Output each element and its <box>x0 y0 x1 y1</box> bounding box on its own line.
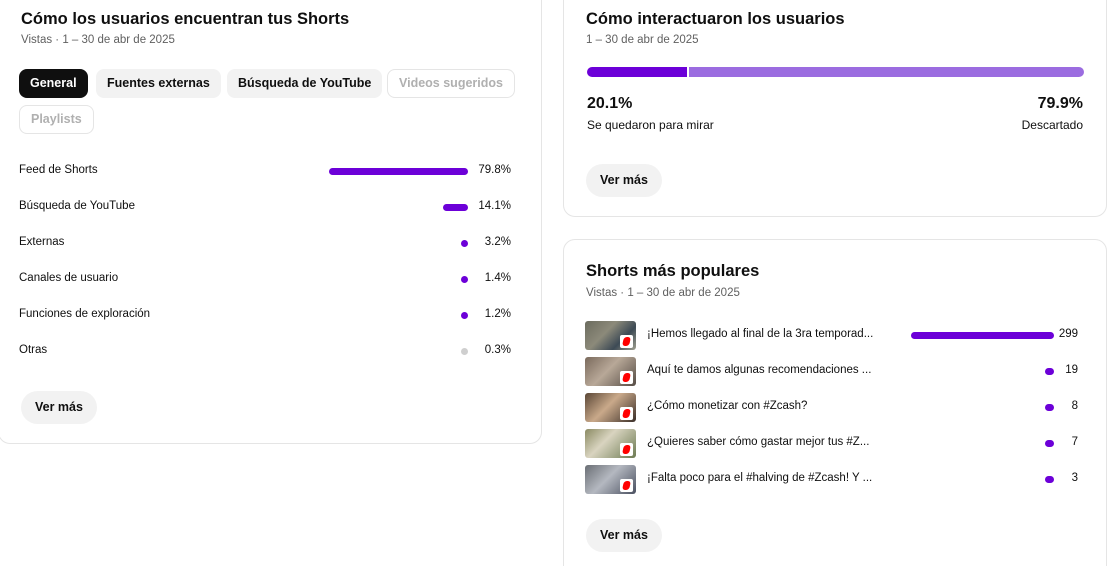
see-more-button[interactable]: Ver más <box>586 519 662 552</box>
source-label: Externas <box>19 236 65 248</box>
views-count: 3 <box>1071 472 1078 484</box>
traffic-sources-card: Cómo los usuarios encuentran tus Shorts … <box>0 0 542 444</box>
source-bar <box>443 204 468 211</box>
top-short-row[interactable]: ¡Hemos llegado al final de la 3ra tempor… <box>585 321 1085 351</box>
views-bar <box>1045 440 1054 447</box>
stayed-vs-swiped-bar <box>587 67 1084 77</box>
short-title[interactable]: Aquí te damos algunas recomendaciones ..… <box>647 364 879 376</box>
chip-general[interactable]: General <box>19 69 88 98</box>
source-percent: 79.8% <box>478 164 511 176</box>
source-row[interactable]: Canales de usuario 1.4% <box>19 270 514 290</box>
source-bar <box>461 276 468 283</box>
source-bar <box>461 240 468 247</box>
views-count: 7 <box>1071 436 1078 448</box>
source-label: Funciones de exploración <box>19 308 151 320</box>
card-subtitle: Vistas · 1 – 30 de abr de 2025 <box>586 287 740 299</box>
source-bar <box>461 348 468 355</box>
top-short-row[interactable]: ¡Falta poco para el #halving de #Zcash! … <box>585 465 1085 495</box>
viewer-interaction-card: Cómo interactuaron los usuarios 1 – 30 d… <box>563 0 1107 217</box>
short-title[interactable]: ¿Cómo monetizar con #Zcash? <box>647 400 879 412</box>
source-row[interactable]: Feed de Shorts 79.8% <box>19 162 514 182</box>
short-title[interactable]: ¡Hemos llegado al final de la 3ra tempor… <box>647 328 879 340</box>
card-subtitle: Vistas · 1 – 30 de abr de 2025 <box>21 34 175 46</box>
swiped-label: Descartado <box>1021 118 1083 132</box>
source-percent: 0.3% <box>484 344 511 356</box>
card-title: Shorts más populares <box>586 262 760 280</box>
card-title: Cómo interactuaron los usuarios <box>586 10 845 28</box>
shorts-icon <box>620 443 633 456</box>
stayed-label: Se quedaron para mirar <box>587 118 714 132</box>
source-label: Feed de Shorts <box>19 164 98 176</box>
source-row[interactable]: Externas 3.2% <box>19 234 514 254</box>
short-thumbnail[interactable] <box>585 429 636 458</box>
card-subtitle: 1 – 30 de abr de 2025 <box>586 34 699 46</box>
source-percent: 14.1% <box>478 200 511 212</box>
source-percent: 1.2% <box>484 308 511 320</box>
chip-playlists[interactable]: Playlists <box>19 105 94 134</box>
top-short-row[interactable]: ¿Cómo monetizar con #Zcash? 8 <box>585 393 1085 423</box>
top-short-row[interactable]: Aquí te damos algunas recomendaciones ..… <box>585 357 1085 387</box>
source-row[interactable]: Otras 0.3% <box>19 342 514 362</box>
shorts-icon <box>620 371 633 384</box>
source-row[interactable]: Búsqueda de YouTube 14.1% <box>19 198 514 218</box>
stayed-percent: 20.1% <box>587 95 633 112</box>
short-thumbnail[interactable] <box>585 357 636 386</box>
short-thumbnail[interactable] <box>585 321 636 350</box>
stayed-segment <box>587 67 687 77</box>
source-bar <box>461 312 468 319</box>
see-more-button[interactable]: Ver más <box>586 164 662 197</box>
shorts-icon <box>620 479 633 492</box>
source-percent: 3.2% <box>484 236 511 248</box>
swiped-segment <box>688 67 1084 77</box>
swiped-percent: 79.9% <box>1037 95 1083 112</box>
views-bar <box>911 332 1054 339</box>
shorts-icon <box>620 335 633 348</box>
card-title: Cómo los usuarios encuentran tus Shorts <box>21 10 350 28</box>
source-row[interactable]: Funciones de exploración 1.2% <box>19 306 514 326</box>
source-label: Canales de usuario <box>19 272 119 284</box>
short-thumbnail[interactable] <box>585 393 636 422</box>
shorts-icon <box>620 407 633 420</box>
views-bar <box>1045 404 1054 411</box>
views-count: 8 <box>1071 400 1078 412</box>
short-thumbnail[interactable] <box>585 465 636 494</box>
chip-external-sources[interactable]: Fuentes externas <box>96 69 221 98</box>
views-count: 19 <box>1065 364 1078 376</box>
chip-youtube-search[interactable]: Búsqueda de YouTube <box>227 69 383 98</box>
short-title[interactable]: ¿Quieres saber cómo gastar mejor tus #Z.… <box>647 436 879 448</box>
top-short-row[interactable]: ¿Quieres saber cómo gastar mejor tus #Z.… <box>585 429 1085 459</box>
views-count: 299 <box>1058 328 1078 340</box>
short-title[interactable]: ¡Falta poco para el #halving de #Zcash! … <box>647 472 879 484</box>
source-label: Búsqueda de YouTube <box>19 200 135 212</box>
views-bar <box>1045 476 1054 483</box>
see-more-button[interactable]: Ver más <box>21 391 97 424</box>
top-shorts-card: Shorts más populares Vistas · 1 – 30 de … <box>563 239 1107 566</box>
source-label: Otras <box>19 344 48 356</box>
views-bar <box>1044 368 1054 375</box>
source-percent: 1.4% <box>484 272 511 284</box>
chip-suggested-videos[interactable]: Videos sugeridos <box>387 69 515 98</box>
source-bar <box>329 168 468 175</box>
